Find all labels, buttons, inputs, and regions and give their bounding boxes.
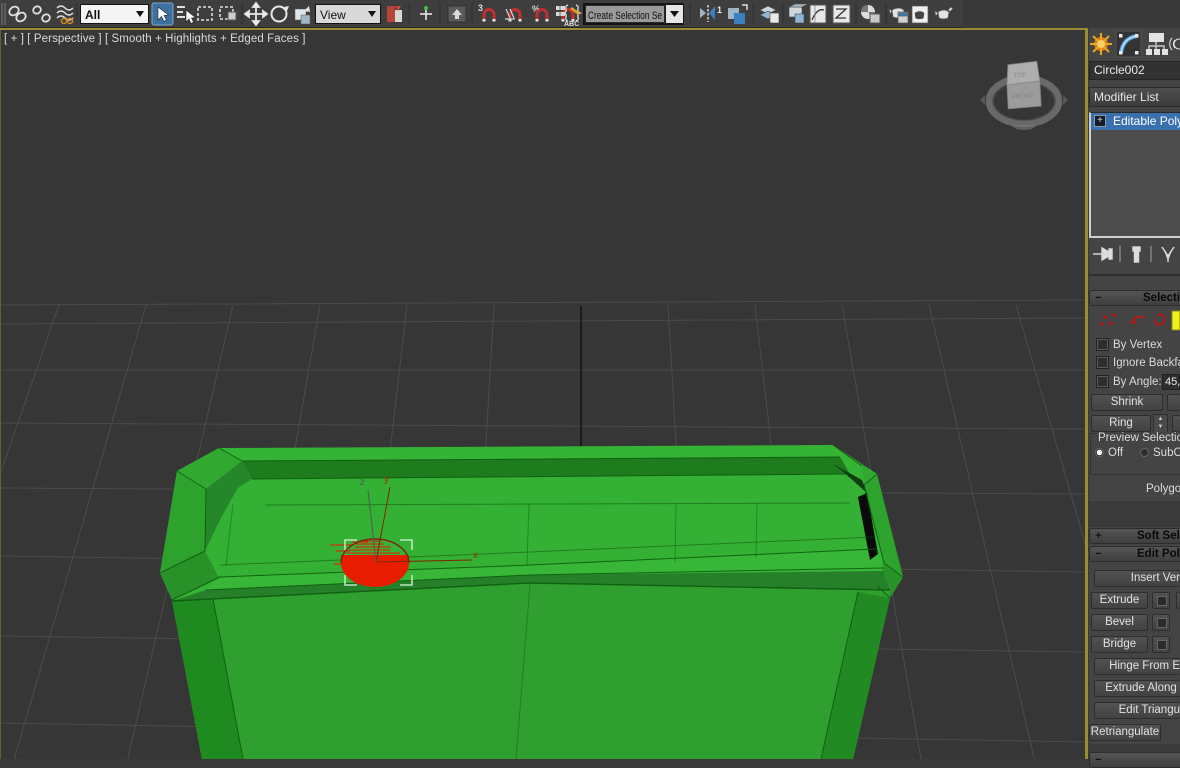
svg-text:x: x [473,550,478,561]
svg-text:TOP: TOP [1013,72,1027,80]
svg-text:FRONT: FRONT [1011,92,1034,100]
svg-text:y: y [384,474,389,485]
svg-text:z: z [360,477,365,488]
